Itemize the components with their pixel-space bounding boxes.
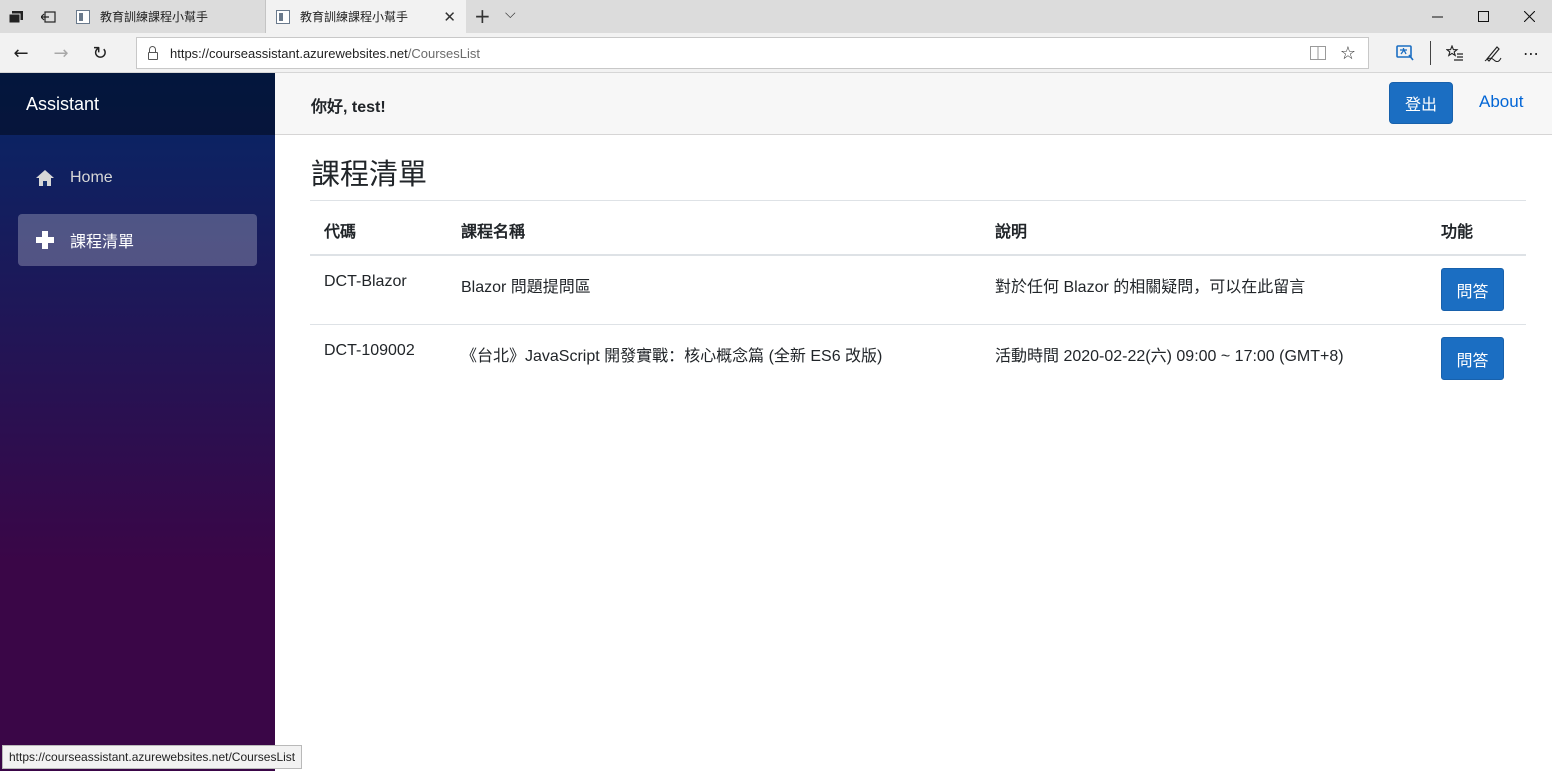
set-aside-tabs-icon[interactable] <box>37 6 59 28</box>
sidebar-item-home[interactable]: Home <box>18 152 257 204</box>
column-header-description: 說明 <box>995 222 1028 241</box>
lock-icon <box>148 45 158 60</box>
home-icon <box>34 167 56 189</box>
page-favicon-icon <box>276 9 290 24</box>
browser-tab-1[interactable]: 教育訓練課程小幫手 <box>66 0 266 33</box>
back-icon[interactable]: ← <box>8 40 34 66</box>
close-tab-icon[interactable]: ✕ <box>443 8 456 26</box>
favorites-list-icon[interactable] <box>1443 40 1467 66</box>
course-code: DCT-109002 <box>324 342 415 359</box>
page-title: 課程清單 <box>311 157 428 191</box>
column-header-action: 功能 <box>1441 222 1474 241</box>
courses-table: 代碼 課程名稱 說明 功能 DCT-Blazor Blazor 問題提問區 對於… <box>310 200 1526 380</box>
course-name: 《台北》JavaScript 開發實戰：核心概念篇 (全新 ES6 改版) <box>461 348 883 365</box>
course-name: Blazor 問題提問區 <box>461 279 591 296</box>
qa-button[interactable]: 問答 <box>1441 337 1504 380</box>
about-link[interactable]: About <box>1479 92 1523 112</box>
pen-notes-icon[interactable] <box>1481 40 1505 66</box>
course-code: DCT-Blazor <box>324 273 407 290</box>
browser-tab-bar: 教育訓練課程小幫手 教育訓練課程小幫手 ✕ + ⌵ <box>0 0 1552 33</box>
qa-button[interactable]: 問答 <box>1441 268 1504 311</box>
column-header-name: 課程名稱 <box>461 222 526 241</box>
page-favicon-icon <box>76 9 90 24</box>
url-base: https://courseassistant.azurewebsites.ne… <box>170 45 408 61</box>
course-description: 活動時間 2020-02-22(六) 09:00 ~ 17:00 (GMT+8) <box>995 348 1344 365</box>
sidebar-item-label: 課程清單 <box>70 234 135 251</box>
favorite-star-icon[interactable]: ☆ <box>1340 43 1356 64</box>
course-description: 對於任何 Blazor 的相關疑問，可以在此留言 <box>995 279 1306 296</box>
url-text: https://courseassistant.azurewebsites.ne… <box>170 46 480 61</box>
refresh-icon[interactable]: ↻ <box>87 40 113 66</box>
minimize-icon[interactable] <box>1414 0 1460 33</box>
logout-button[interactable]: 登出 <box>1389 82 1453 124</box>
new-tab-icon[interactable]: + <box>474 4 491 28</box>
table-row: DCT-Blazor Blazor 問題提問區 對於任何 Blazor 的相關疑… <box>310 256 1526 325</box>
maximize-icon[interactable] <box>1460 0 1506 33</box>
plus-icon <box>34 229 56 251</box>
forward-icon[interactable]: → <box>48 40 74 66</box>
sidebar-item-label: Home <box>70 169 113 186</box>
chevron-down-icon[interactable]: ⌵ <box>505 6 516 22</box>
reading-view-icon[interactable] <box>1310 46 1326 64</box>
toolbar-divider <box>1430 41 1431 65</box>
close-window-icon[interactable] <box>1506 0 1552 33</box>
sidebar-item-courses[interactable]: 課程清單 <box>18 214 257 266</box>
browser-address-bar: ← → ↻ https://courseassistant.azurewebsi… <box>0 33 1552 73</box>
tab-title: 教育訓練課程小幫手 <box>300 10 409 24</box>
browser-tab-2[interactable]: 教育訓練課程小幫手 ✕ <box>266 0 466 33</box>
url-input[interactable]: https://courseassistant.azurewebsites.ne… <box>136 37 1369 69</box>
tab-actions-icon[interactable] <box>5 6 27 28</box>
column-header-code: 代碼 <box>324 222 357 241</box>
top-row: 你好, test! 登出 About <box>275 73 1552 135</box>
url-path: /CoursesList <box>407 45 480 61</box>
more-options-icon[interactable]: ⋯ <box>1519 40 1543 66</box>
translate-extension-icon[interactable] <box>1393 40 1417 66</box>
tab-title: 教育訓練課程小幫手 <box>100 10 209 24</box>
sidebar: Assistant Home 課程清單 <box>0 73 275 771</box>
table-row: DCT-109002 《台北》JavaScript 開發實戰：核心概念篇 (全新… <box>310 325 1526 394</box>
brand-title[interactable]: Assistant <box>0 73 275 135</box>
link-preview-status: https://courseassistant.azurewebsites.ne… <box>2 745 303 769</box>
greeting-text: 你好, test! <box>311 99 386 116</box>
